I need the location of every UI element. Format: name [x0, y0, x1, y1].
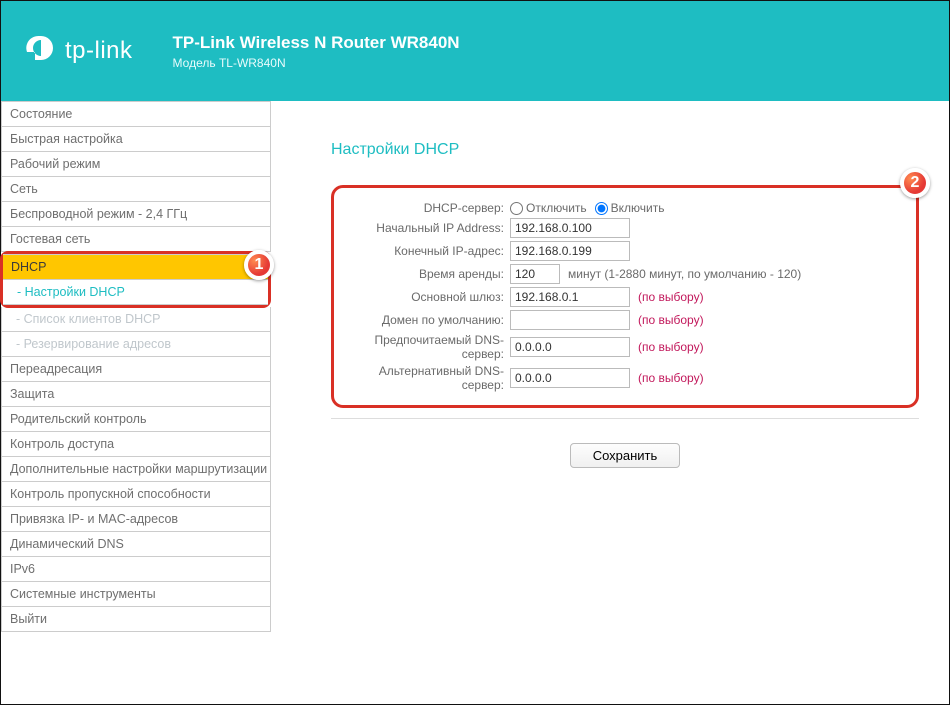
product-model: Модель TL-WR840N: [173, 56, 460, 70]
gateway-optional: (по выбору): [638, 290, 704, 304]
sidebar-item-network[interactable]: Сеть: [1, 177, 271, 202]
input-dns2[interactable]: [510, 368, 630, 388]
sidebar-item-system[interactable]: Системные инструменты: [1, 582, 271, 607]
input-end-ip[interactable]: [510, 241, 630, 261]
label-dhcp-server: DHCP-сервер:: [340, 201, 510, 215]
radio-enable-wrap[interactable]: Включить: [595, 201, 665, 215]
sidebar-item-ddns[interactable]: Динамический DNS: [1, 532, 271, 557]
dns2-optional: (по выбору): [638, 371, 704, 385]
sidebar-item-routing[interactable]: Дополнительные настройки маршрутизации: [1, 457, 271, 482]
label-dns1: Предпочитаемый DNS-сервер:: [340, 333, 510, 361]
label-lease: Время аренды:: [340, 267, 510, 281]
radio-disable[interactable]: [510, 202, 523, 215]
sidebar-item-ipmac[interactable]: Привязка IP- и MAC-адресов: [1, 507, 271, 532]
callout-badge-1: 1: [244, 250, 274, 280]
radio-enable[interactable]: [595, 202, 608, 215]
sidebar-item-status[interactable]: Состояние: [1, 101, 271, 127]
sidebar-item-wireless[interactable]: Беспроводной режим - 2,4 ГГц: [1, 202, 271, 227]
radio-disable-wrap[interactable]: Отключить: [510, 201, 587, 215]
sidebar-item-guest[interactable]: Гостевая сеть: [1, 227, 271, 252]
main-panel: Настройки DHCP 2 DHCP-сервер: Отключить …: [271, 101, 949, 706]
sidebar-sub-dhcp-reserve[interactable]: - Резервирование адресов: [1, 332, 271, 357]
save-button[interactable]: Сохранить: [570, 443, 681, 468]
brand-name: tp-link: [65, 37, 133, 65]
label-dns2: Альтернативный DNS-сервер:: [340, 364, 510, 392]
product-title: TP-Link Wireless N Router WR840N: [173, 33, 460, 53]
input-start-ip[interactable]: [510, 218, 630, 238]
sidebar-item-security[interactable]: Защита: [1, 382, 271, 407]
radio-disable-label: Отключить: [526, 201, 587, 215]
dhcp-form-highlight: 2 DHCP-сервер: Отключить Включить Началь…: [331, 185, 919, 408]
app-header: tp-link TP-Link Wireless N Router WR840N…: [1, 1, 949, 101]
label-gateway: Основной шлюз:: [340, 290, 510, 304]
sidebar-item-dhcp[interactable]: DHCP: [3, 254, 268, 280]
label-start-ip: Начальный IP Address:: [340, 221, 510, 235]
sidebar: Состояние Быстрая настройка Рабочий режи…: [1, 101, 271, 706]
label-domain: Домен по умолчанию:: [340, 313, 510, 327]
sidebar-item-mode[interactable]: Рабочий режим: [1, 152, 271, 177]
form-divider: [331, 418, 919, 419]
sidebar-sub-dhcp-settings[interactable]: - Настройки DHCP: [3, 280, 268, 305]
sidebar-item-access[interactable]: Контроль доступа: [1, 432, 271, 457]
lease-hint: минут (1-2880 минут, по умолчанию - 120): [568, 267, 801, 281]
radio-enable-label: Включить: [611, 201, 665, 215]
sidebar-sub-dhcp-clients[interactable]: - Список клиентов DHCP: [1, 307, 271, 332]
sidebar-item-quick[interactable]: Быстрая настройка: [1, 127, 271, 152]
callout-badge-2: 2: [900, 168, 930, 198]
page-title: Настройки DHCP: [331, 141, 919, 159]
sidebar-item-ipv6[interactable]: IPv6: [1, 557, 271, 582]
input-gateway[interactable]: [510, 287, 630, 307]
tplink-logo-icon: [21, 34, 55, 68]
sidebar-item-forwarding[interactable]: Переадресация: [1, 357, 271, 382]
sidebar-item-parental[interactable]: Родительский контроль: [1, 407, 271, 432]
dns1-optional: (по выбору): [638, 340, 704, 354]
input-lease[interactable]: [510, 264, 560, 284]
sidebar-item-logout[interactable]: Выйти: [1, 607, 271, 632]
sidebar-dhcp-highlight: DHCP - Настройки DHCP 1: [0, 251, 271, 308]
label-end-ip: Конечный IP-адрес:: [340, 244, 510, 258]
brand-logo: tp-link: [21, 34, 133, 68]
domain-optional: (по выбору): [638, 313, 704, 327]
sidebar-item-bandwidth[interactable]: Контроль пропускной способности: [1, 482, 271, 507]
input-dns1[interactable]: [510, 337, 630, 357]
input-domain[interactable]: [510, 310, 630, 330]
